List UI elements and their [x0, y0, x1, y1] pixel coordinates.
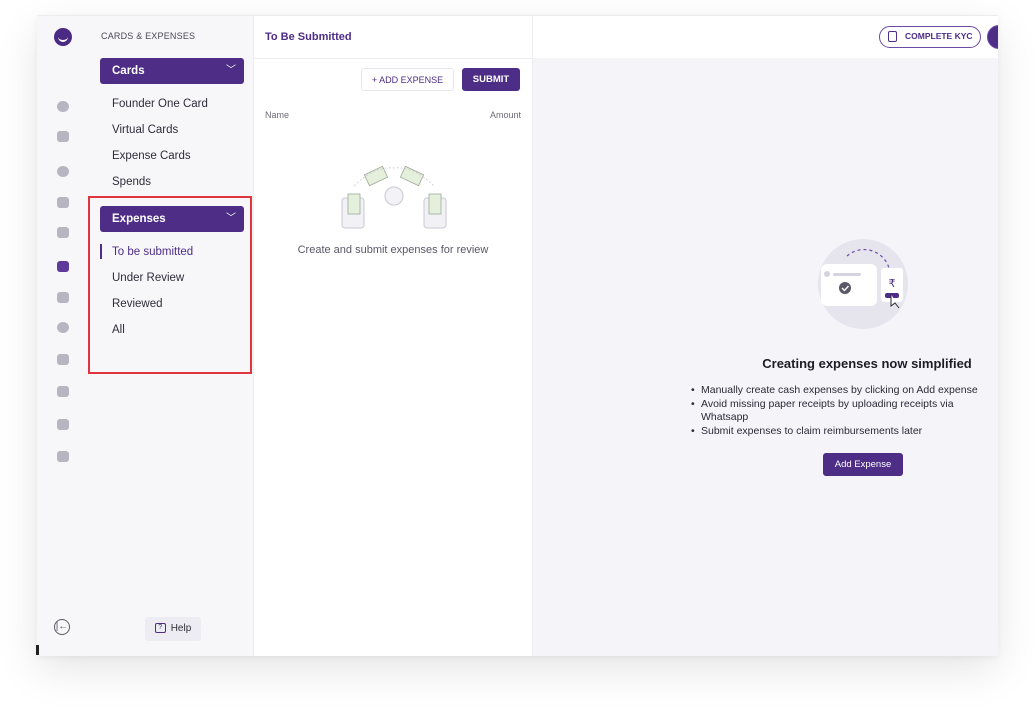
page-title: To Be Submitted — [265, 31, 352, 43]
cards-section-label: Cards — [112, 65, 145, 77]
card-icon[interactable] — [57, 131, 69, 142]
add-expense-cta-button[interactable]: Add Expense — [823, 453, 903, 476]
nav-item-founder-one-card[interactable]: Founder One Card — [112, 98, 208, 110]
bank-icon[interactable] — [57, 292, 69, 303]
promo-title: Creating expenses now simplified — [762, 356, 972, 371]
nav-item-spends[interactable]: Spends — [112, 176, 151, 188]
icon-rail: |← — [37, 16, 90, 656]
column-header-amount: Amount — [489, 110, 521, 120]
column-header-name: Name — [265, 110, 290, 120]
apps-icon[interactable] — [57, 451, 69, 462]
promo-bullet-list: Manually create cash expenses by clickin… — [690, 384, 998, 438]
grid-icon[interactable] — [57, 354, 69, 365]
rupee-symbol: ₹ — [889, 277, 896, 290]
kyc-label: COMPLETE KYC — [905, 31, 973, 41]
collapse-sidebar-icon[interactable]: |← — [54, 619, 70, 635]
help-icon: ? — [154, 623, 166, 634]
settings-icon[interactable] — [57, 419, 69, 430]
cards-section-toggle[interactable]: Cards ﹀ — [100, 58, 244, 84]
promo-bullet: Avoid missing paper receipts by uploadin… — [690, 398, 981, 425]
add-expense-button[interactable]: + ADD EXPENSE — [361, 68, 454, 91]
basket-icon[interactable] — [57, 197, 69, 208]
nav-section-title: CARDS & EXPENSES — [101, 31, 196, 41]
money-bag-icon[interactable] — [57, 322, 69, 333]
document-icon — [888, 31, 897, 42]
submit-button[interactable]: SUBMIT — [462, 68, 520, 91]
logo-icon[interactable] — [54, 28, 72, 46]
promo-bullet: Manually create cash expenses by clickin… — [690, 384, 998, 398]
nav-item-virtual-cards[interactable]: Virtual Cards — [112, 124, 178, 136]
bill-icon[interactable] — [57, 386, 69, 397]
window-corner-mark — [36, 645, 39, 655]
empty-state-illustration — [341, 165, 447, 229]
box-icon[interactable] — [57, 227, 69, 238]
help-label: Help — [170, 623, 192, 634]
complete-kyc-button[interactable]: COMPLETE KYC — [879, 26, 981, 48]
expenses-highlight-box — [88, 196, 252, 374]
expense-card-icon[interactable] — [57, 261, 69, 272]
nav-item-expense-cards[interactable]: Expense Cards — [112, 150, 191, 162]
promo-illustration: ₹ — [818, 239, 908, 329]
promo-bullet: Submit expenses to claim reimbursements … — [690, 425, 998, 439]
empty-state-text: Create and submit expenses for review — [297, 244, 489, 256]
coin-icon[interactable] — [57, 166, 69, 177]
app-window: |← CARDS & EXPENSES Cards ﹀ Founder One … — [37, 15, 998, 656]
expense-list-pane: To Be Submitted + ADD EXPENSE SUBMIT Nam… — [254, 16, 998, 656]
chevron-down-icon: ﹀ — [226, 65, 236, 76]
bulb-icon[interactable] — [57, 101, 69, 112]
help-button[interactable]: ? Help — [145, 617, 201, 641]
